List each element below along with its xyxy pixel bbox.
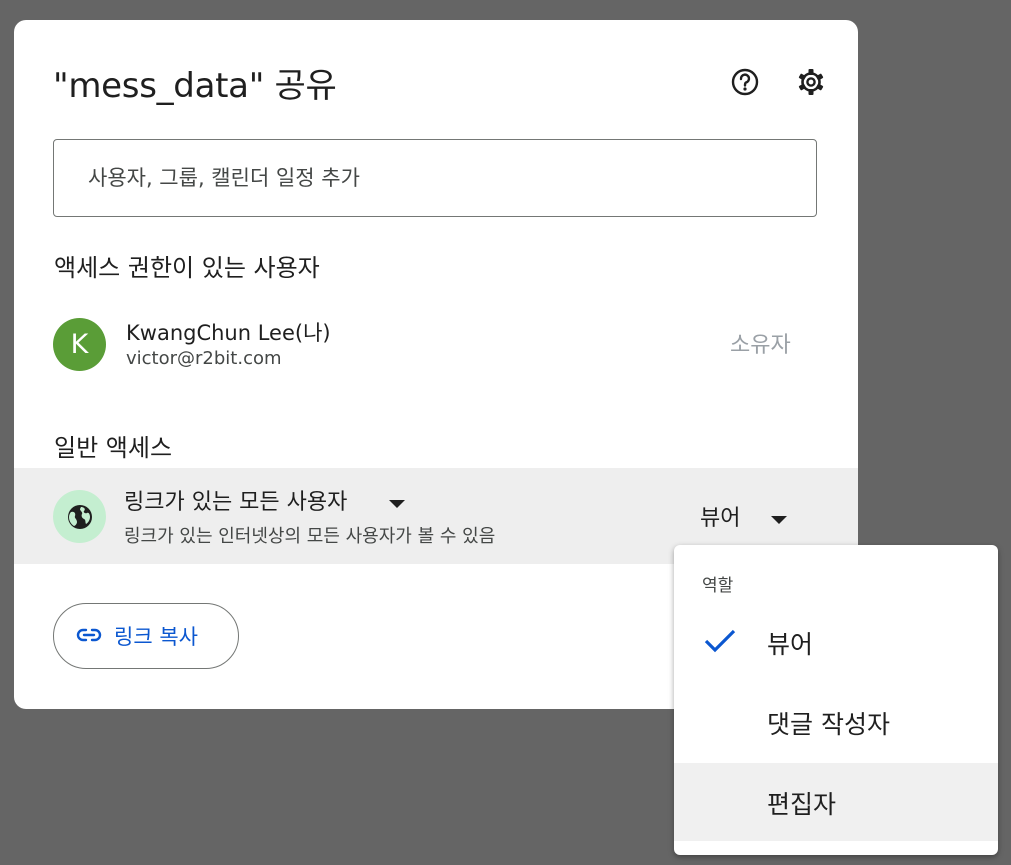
general-access-description: 링크가 있는 인터넷상의 모든 사용자가 볼 수 있음 [124,526,496,547]
caret-down-icon[interactable] [770,510,788,529]
avatar-initial: K [70,329,89,360]
gear-icon[interactable] [796,67,826,97]
dialog-title: "mess_data" 공유 [53,66,337,106]
role-menu-heading: 역할 [702,576,734,596]
role-option-commenter[interactable]: 댓글 작성자 [674,683,998,761]
role-option-label: 편집자 [767,790,837,819]
role-option-label: 댓글 작성자 [767,710,890,739]
role-option-label: 뷰어 [767,630,814,659]
people-with-access-heading: 액세스 권한이 있는 사용자 [54,254,320,282]
role-select[interactable]: 뷰어 [700,500,740,532]
general-access-heading: 일반 액세스 [54,434,173,462]
link-icon [76,627,102,646]
user-role: 소유자 [730,333,791,358]
role-menu: 역할 뷰어 댓글 작성자 편집자 [674,545,998,855]
copy-link-button[interactable]: 링크 복사 [53,603,239,669]
avatar: K [53,318,106,371]
user-email: victor@r2bit.com [126,348,282,369]
role-option-viewer[interactable]: 뷰어 [674,603,998,681]
user-name: KwangChun Lee(나) [126,321,331,345]
role-option-editor[interactable]: 편집자 [674,763,998,841]
copy-link-label: 링크 복사 [114,625,198,649]
check-icon [704,627,736,659]
caret-down-icon[interactable] [388,494,406,513]
general-access-select[interactable]: 링크가 있는 모든 사용자 [124,484,347,516]
help-icon[interactable] [730,67,760,97]
globe-icon [53,490,106,543]
add-people-input[interactable] [53,139,817,217]
